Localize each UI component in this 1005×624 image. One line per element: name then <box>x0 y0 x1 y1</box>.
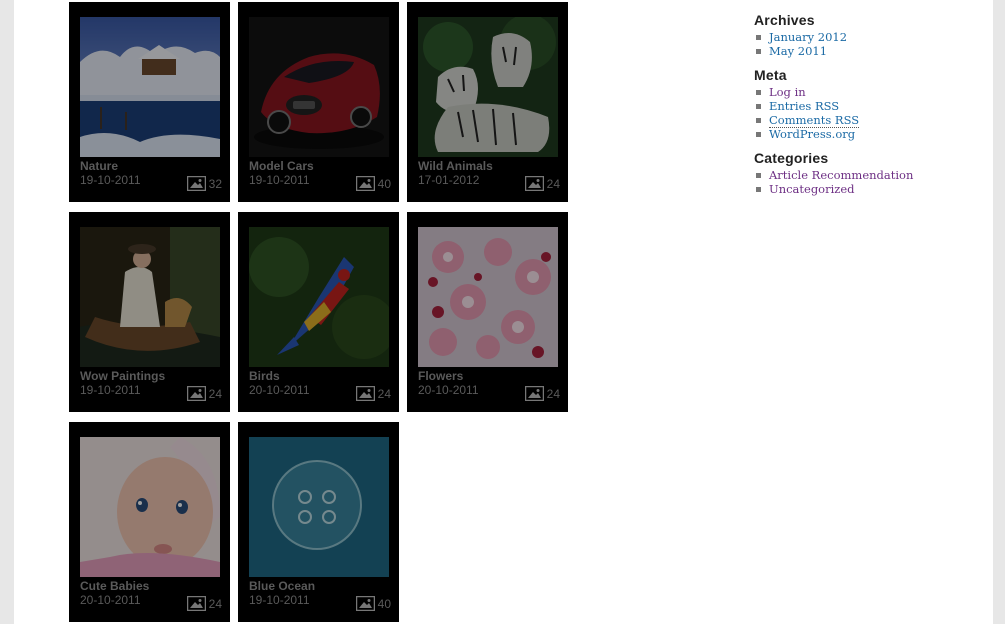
meta-widget: Meta Log in Entries RSS Comments RSS Wor… <box>754 67 984 141</box>
album-thumbnail[interactable] <box>249 437 389 577</box>
photo-count-value: 24 <box>546 386 560 401</box>
list-item: Entries RSS <box>754 99 984 113</box>
photo-count: 32 <box>186 176 222 191</box>
list-item: Log in <box>754 85 984 99</box>
archive-link-may-2011[interactable]: May 2011 <box>769 44 827 58</box>
photo-count-value: 24 <box>377 386 391 401</box>
album-date: 19-10-2011 <box>80 383 141 397</box>
page-content: Nature 19-10-2011 32 Model Cars 19-10-20… <box>14 0 993 624</box>
categories-list: Article Recommendation Uncategorized <box>754 168 984 196</box>
list-item: WordPress.org <box>754 127 984 141</box>
list-item: Uncategorized <box>754 182 984 196</box>
photo-count: 24 <box>524 386 560 401</box>
photo-icon <box>186 386 206 401</box>
photo-count-value: 40 <box>377 596 391 611</box>
album-thumbnail[interactable] <box>80 17 220 157</box>
archive-link-january-2012[interactable]: January 2012 <box>769 30 847 44</box>
album-card-wild-animals[interactable]: Wild Animals 17-01-2012 24 <box>407 2 568 202</box>
category-link-uncategorized[interactable]: Uncategorized <box>769 182 855 196</box>
photo-icon <box>524 386 544 401</box>
photo-icon <box>186 596 206 611</box>
album-card-model-cars[interactable]: Model Cars 19-10-2011 40 <box>238 2 399 202</box>
category-link-article-recommendation[interactable]: Article Recommendation <box>769 168 913 182</box>
widget-title: Meta <box>754 67 787 83</box>
archives-widget: Archives January 2012 May 2011 <box>754 12 984 58</box>
album-thumbnail[interactable] <box>80 437 220 577</box>
entries-rss-link[interactable]: Entries RSS <box>769 99 839 113</box>
album-card-nature[interactable]: Nature 19-10-2011 32 <box>69 2 230 202</box>
album-title[interactable]: Birds <box>249 369 280 383</box>
login-link[interactable]: Log in <box>769 85 806 99</box>
photo-count-value: 24 <box>546 176 560 191</box>
album-card-flowers[interactable]: Flowers 20-10-2011 24 <box>407 212 568 412</box>
meta-list: Log in Entries RSS Comments RSS WordPres… <box>754 85 984 141</box>
photo-icon <box>186 176 206 191</box>
categories-widget: Categories Article Recommendation Uncate… <box>754 150 984 196</box>
list-item: Article Recommendation <box>754 168 984 182</box>
photo-icon <box>355 596 375 611</box>
album-thumbnail[interactable] <box>249 17 389 157</box>
album-date: 19-10-2011 <box>249 173 310 187</box>
album-thumbnail[interactable] <box>418 227 558 367</box>
album-date: 20-10-2011 <box>249 383 310 397</box>
album-title[interactable]: Flowers <box>418 369 463 383</box>
photo-icon <box>355 386 375 401</box>
widget-title: Categories <box>754 150 829 166</box>
wordpress-org-link[interactable]: WordPress.org <box>769 127 855 141</box>
photo-count-value: 32 <box>208 176 222 191</box>
album-thumbnail[interactable] <box>418 17 558 157</box>
album-card-birds[interactable]: Birds 20-10-2011 24 <box>238 212 399 412</box>
album-card-wow-paintings[interactable]: Wow Paintings 19-10-2011 24 <box>69 212 230 412</box>
album-card-cute-babies[interactable]: Cute Babies 20-10-2011 24 <box>69 422 230 622</box>
album-date: 19-10-2011 <box>249 593 310 607</box>
photo-count: 40 <box>355 596 391 611</box>
photo-count: 24 <box>355 386 391 401</box>
album-title[interactable]: Nature <box>80 159 118 173</box>
album-title[interactable]: Cute Babies <box>80 579 149 593</box>
widget-title: Archives <box>754 12 815 28</box>
album-date: 17-01-2012 <box>418 173 480 187</box>
archives-list: January 2012 May 2011 <box>754 30 984 58</box>
photo-count: 24 <box>186 386 222 401</box>
comments-rss-link[interactable]: Comments RSS <box>769 113 860 128</box>
album-date: 20-10-2011 <box>80 593 141 607</box>
album-title[interactable]: Model Cars <box>249 159 314 173</box>
album-card-blue-ocean[interactable]: Blue Ocean 19-10-2011 40 <box>238 422 399 622</box>
album-title[interactable]: Blue Ocean <box>249 579 315 593</box>
photo-count-value: 40 <box>377 176 391 191</box>
album-date: 20-10-2011 <box>418 383 479 397</box>
album-thumbnail[interactable] <box>249 227 389 367</box>
photo-icon <box>355 176 375 191</box>
photo-icon <box>524 176 544 191</box>
album-title[interactable]: Wow Paintings <box>80 369 165 383</box>
photo-count: 24 <box>524 176 560 191</box>
album-date: 19-10-2011 <box>80 173 141 187</box>
list-item: January 2012 <box>754 30 984 44</box>
photo-count-value: 24 <box>208 596 222 611</box>
album-thumbnail[interactable] <box>80 227 220 367</box>
album-title[interactable]: Wild Animals <box>418 159 493 173</box>
photo-count: 40 <box>355 176 391 191</box>
photo-count-value: 24 <box>208 386 222 401</box>
photo-count: 24 <box>186 596 222 611</box>
list-item: Comments RSS <box>754 113 984 128</box>
list-item: May 2011 <box>754 44 984 58</box>
sidebar: Archives January 2012 May 2011 Meta Log … <box>754 12 984 205</box>
